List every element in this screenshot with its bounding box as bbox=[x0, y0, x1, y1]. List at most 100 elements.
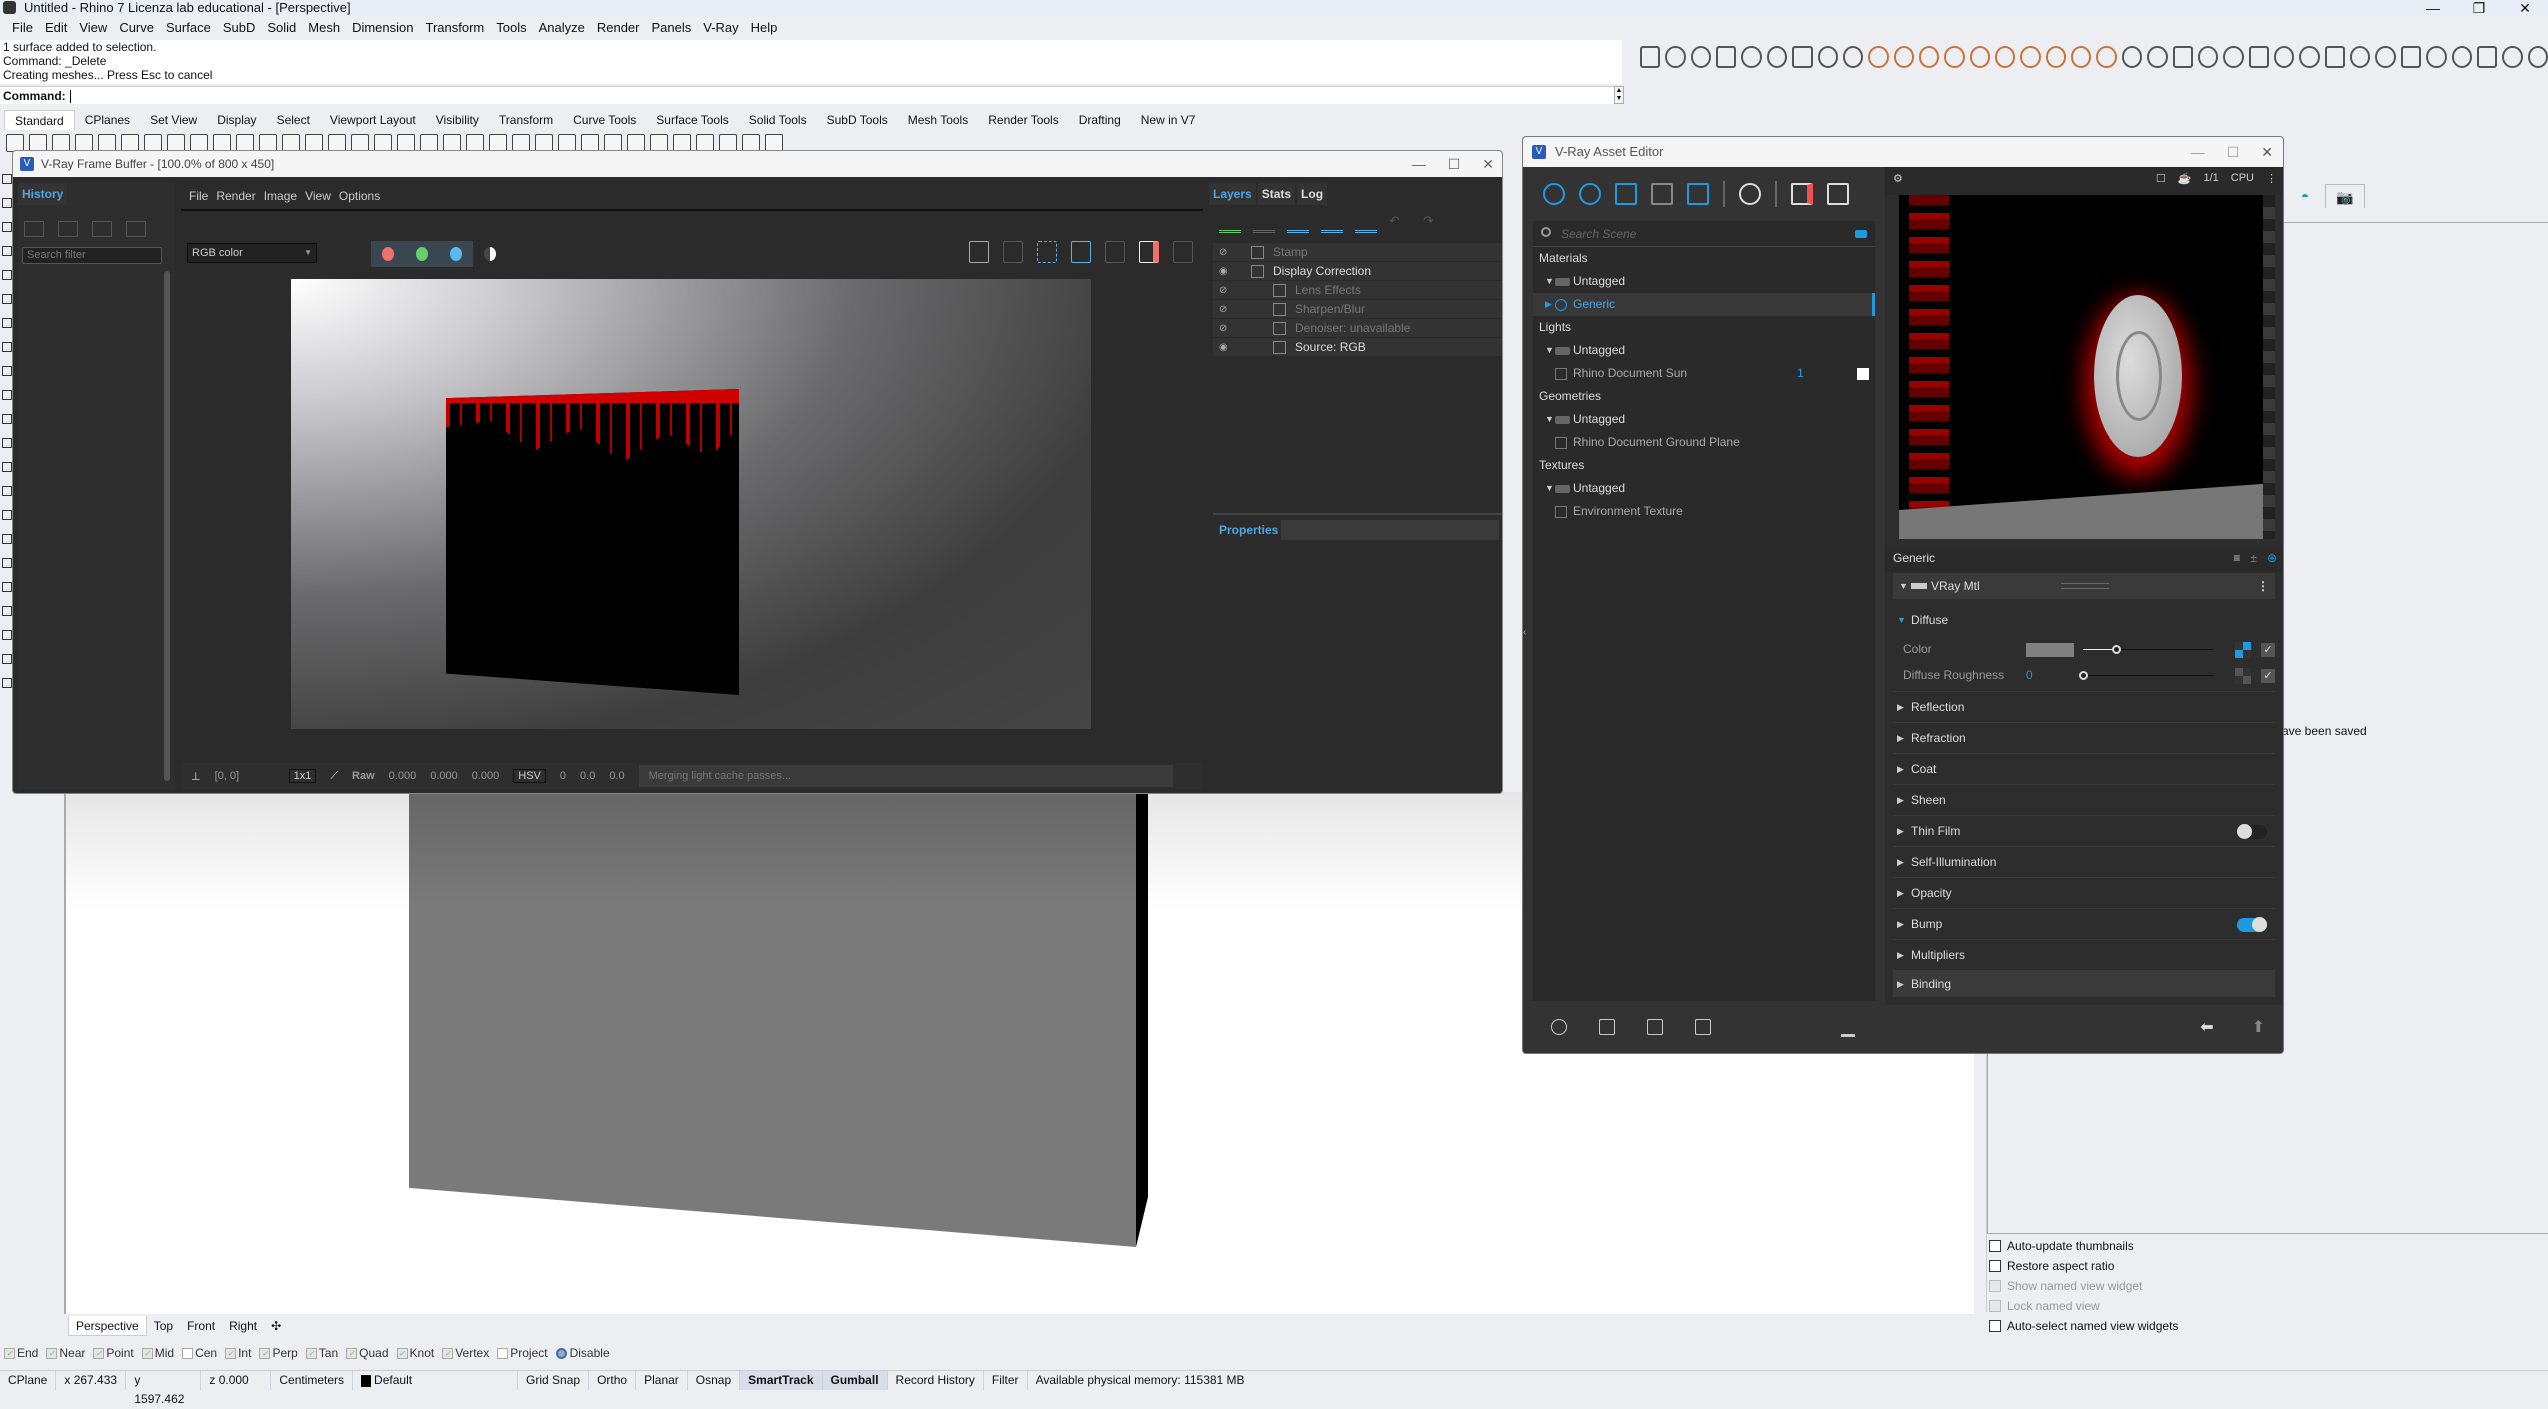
menu-solid[interactable]: Solid bbox=[261, 18, 302, 38]
color-mode-select[interactable]: HSV bbox=[513, 769, 546, 783]
roughness-value[interactable]: 0 bbox=[2026, 662, 2033, 688]
channel-select[interactable]: RGB color ▼ bbox=[187, 243, 317, 263]
left-tool-icon[interactable] bbox=[2, 246, 12, 256]
vray-tool-icon[interactable] bbox=[2223, 46, 2244, 68]
asset-item[interactable]: Rhino Document Sun 1 bbox=[1533, 362, 1875, 385]
vfb-minimize-button[interactable]: — bbox=[1412, 151, 1426, 177]
geometry-category-icon[interactable] bbox=[1615, 183, 1637, 205]
vray-tool-icon[interactable] bbox=[1690, 46, 1712, 68]
section-refraction[interactable]: ▶ Refraction bbox=[1893, 723, 2275, 754]
color-enable-checkbox[interactable]: ✓ bbox=[2261, 643, 2275, 657]
history-tab[interactable]: History bbox=[18, 183, 68, 205]
more-icon[interactable]: ⋮ bbox=[2257, 573, 2269, 599]
toolbar-tab[interactable]: New in V7 bbox=[1131, 110, 1206, 130]
tag-group[interactable]: ▼ Untagged bbox=[1533, 408, 1875, 431]
delete-icon[interactable] bbox=[1695, 1019, 1711, 1035]
materials-tab-icon[interactable]: ◓ bbox=[2285, 184, 2325, 208]
vray-tool-icon[interactable] bbox=[1969, 46, 1991, 68]
osnap-perp[interactable]: ✓ Perp bbox=[259, 1343, 298, 1363]
vfb-maximize-button[interactable]: ☐ bbox=[1448, 151, 1461, 177]
layer-row[interactable]: ⊘ Denoiser: unavailable bbox=[1213, 319, 1502, 338]
category-lights[interactable]: Lights bbox=[1533, 316, 1875, 339]
menu-v-ray[interactable]: V-Ray bbox=[697, 18, 744, 38]
preview-more-icon[interactable]: ⋮ bbox=[2266, 172, 2277, 185]
left-tool-icon[interactable] bbox=[2, 414, 12, 424]
units-label[interactable]: Centimeters bbox=[271, 1371, 354, 1390]
vray-tool-icon[interactable] bbox=[2172, 46, 2193, 68]
open-folder-icon[interactable] bbox=[1599, 1019, 1615, 1035]
vfb-menu-render[interactable]: Render bbox=[216, 183, 255, 209]
load-layers-icon[interactable] bbox=[1321, 213, 1343, 233]
vray-tool-icon[interactable] bbox=[1893, 46, 1914, 68]
chevron-down-icon[interactable]: ▼ bbox=[1545, 270, 1554, 293]
vray-tool-icon[interactable] bbox=[2299, 46, 2320, 68]
toolbar-tab[interactable]: Select bbox=[267, 110, 320, 130]
vray-tool-icon[interactable] bbox=[2324, 46, 2346, 68]
tab-log[interactable]: Log bbox=[1297, 183, 1328, 205]
vray-tool-icon[interactable] bbox=[1842, 46, 1864, 68]
section-toggle[interactable] bbox=[2237, 917, 2267, 932]
region-render-icon[interactable] bbox=[1037, 241, 1057, 263]
section-toggle[interactable] bbox=[2237, 824, 2267, 839]
category-textures[interactable]: Textures bbox=[1533, 454, 1875, 477]
purge-unused-icon[interactable] bbox=[1841, 1019, 1855, 1037]
minimize-button[interactable]: — bbox=[2410, 0, 2456, 16]
layer-list-icon[interactable] bbox=[1355, 213, 1377, 233]
option-auto-select-named-view-widgets[interactable]: Auto-select named view widgets bbox=[1989, 1316, 2178, 1336]
textures-category-icon[interactable] bbox=[1687, 183, 1709, 205]
toolbar-tab[interactable]: SubD Tools bbox=[817, 110, 898, 130]
section-self-illumination[interactable]: ▶ Self-Illumination bbox=[1893, 847, 2275, 878]
section-reflection[interactable]: ▶ Reflection bbox=[1893, 692, 2275, 723]
blue-channel-button[interactable] bbox=[439, 241, 473, 267]
save-image-icon[interactable] bbox=[969, 241, 989, 263]
roughness-enable-checkbox[interactable]: ✓ bbox=[2261, 669, 2275, 683]
viewport-tab-right[interactable]: Right bbox=[222, 1316, 264, 1336]
tag-filter-icon[interactable] bbox=[1855, 230, 1867, 238]
add-layer-icon[interactable] bbox=[1219, 213, 1241, 233]
eye-icon[interactable]: ◉ bbox=[1219, 262, 1231, 281]
option-show-named-view-widget[interactable]: Show named view widget bbox=[1989, 1276, 2178, 1296]
vfb-menu-file[interactable]: File bbox=[189, 183, 208, 209]
vray-tool-icon[interactable] bbox=[2476, 46, 2498, 68]
layer-row[interactable]: ◉ Display Correction bbox=[1213, 262, 1502, 281]
left-tool-icon[interactable] bbox=[2, 462, 12, 472]
status-toggle-osnap[interactable]: Osnap bbox=[688, 1371, 741, 1390]
named-views-tab-icon[interactable]: 📷 bbox=[2325, 184, 2365, 208]
left-tool-icon[interactable] bbox=[2, 486, 12, 496]
preview-scene-icon[interactable]: ⚙ bbox=[1893, 172, 1903, 185]
save-icon[interactable] bbox=[1647, 1019, 1663, 1035]
osnap-disable[interactable]: Disable bbox=[555, 1343, 610, 1363]
layer-row[interactable]: ⊘ Stamp bbox=[1213, 243, 1502, 262]
left-tool-icon[interactable] bbox=[2, 270, 12, 280]
toolbar-tab[interactable]: Display bbox=[207, 110, 266, 130]
green-channel-button[interactable] bbox=[405, 241, 439, 267]
preview-ratio[interactable]: 1/1 bbox=[2203, 172, 2218, 185]
chevron-right-icon[interactable]: ▶ bbox=[1545, 293, 1552, 316]
clear-image-icon[interactable] bbox=[1003, 241, 1023, 263]
menu-view[interactable]: View bbox=[73, 18, 113, 38]
eye-icon[interactable]: ◉ bbox=[1219, 338, 1231, 357]
chevron-down-icon[interactable]: ▼ bbox=[1545, 339, 1554, 362]
vray-tool-icon[interactable] bbox=[2400, 46, 2422, 68]
render-region-frame-icon[interactable] bbox=[1071, 241, 1091, 263]
vray-tool-icon[interactable] bbox=[1868, 46, 1889, 68]
remove-history-icon[interactable] bbox=[126, 221, 146, 237]
checkbox[interactable] bbox=[1989, 1240, 2001, 1252]
tag-group[interactable]: ▼ Untagged bbox=[1533, 339, 1875, 362]
pixel-info-icon[interactable]: ⊥ bbox=[191, 770, 201, 783]
toolbar-tab[interactable]: Drafting bbox=[1069, 110, 1131, 130]
frame-buffer-icon[interactable] bbox=[1827, 183, 1849, 205]
ab-compare-icon[interactable] bbox=[58, 221, 78, 237]
layer-row[interactable]: ⊘ Sharpen/Blur bbox=[1213, 300, 1502, 319]
asset-item[interactable]: Environment Texture bbox=[1533, 500, 1875, 523]
menu-edit[interactable]: Edit bbox=[39, 18, 73, 38]
category-materials[interactable]: Materials bbox=[1533, 247, 1875, 270]
left-tool-icon[interactable] bbox=[2, 606, 12, 616]
texture-slot-icon[interactable] bbox=[2235, 642, 2251, 658]
preview-engine[interactable]: CPU bbox=[2231, 172, 2254, 185]
toolbar-tab[interactable]: Transform bbox=[489, 110, 563, 130]
vfb-menu-image[interactable]: Image bbox=[264, 183, 297, 209]
section-opacity[interactable]: ▶ Opacity bbox=[1893, 878, 2275, 909]
add-viewport-icon[interactable]: ✣ bbox=[264, 1316, 288, 1336]
menu-render[interactable]: Render bbox=[591, 18, 646, 38]
